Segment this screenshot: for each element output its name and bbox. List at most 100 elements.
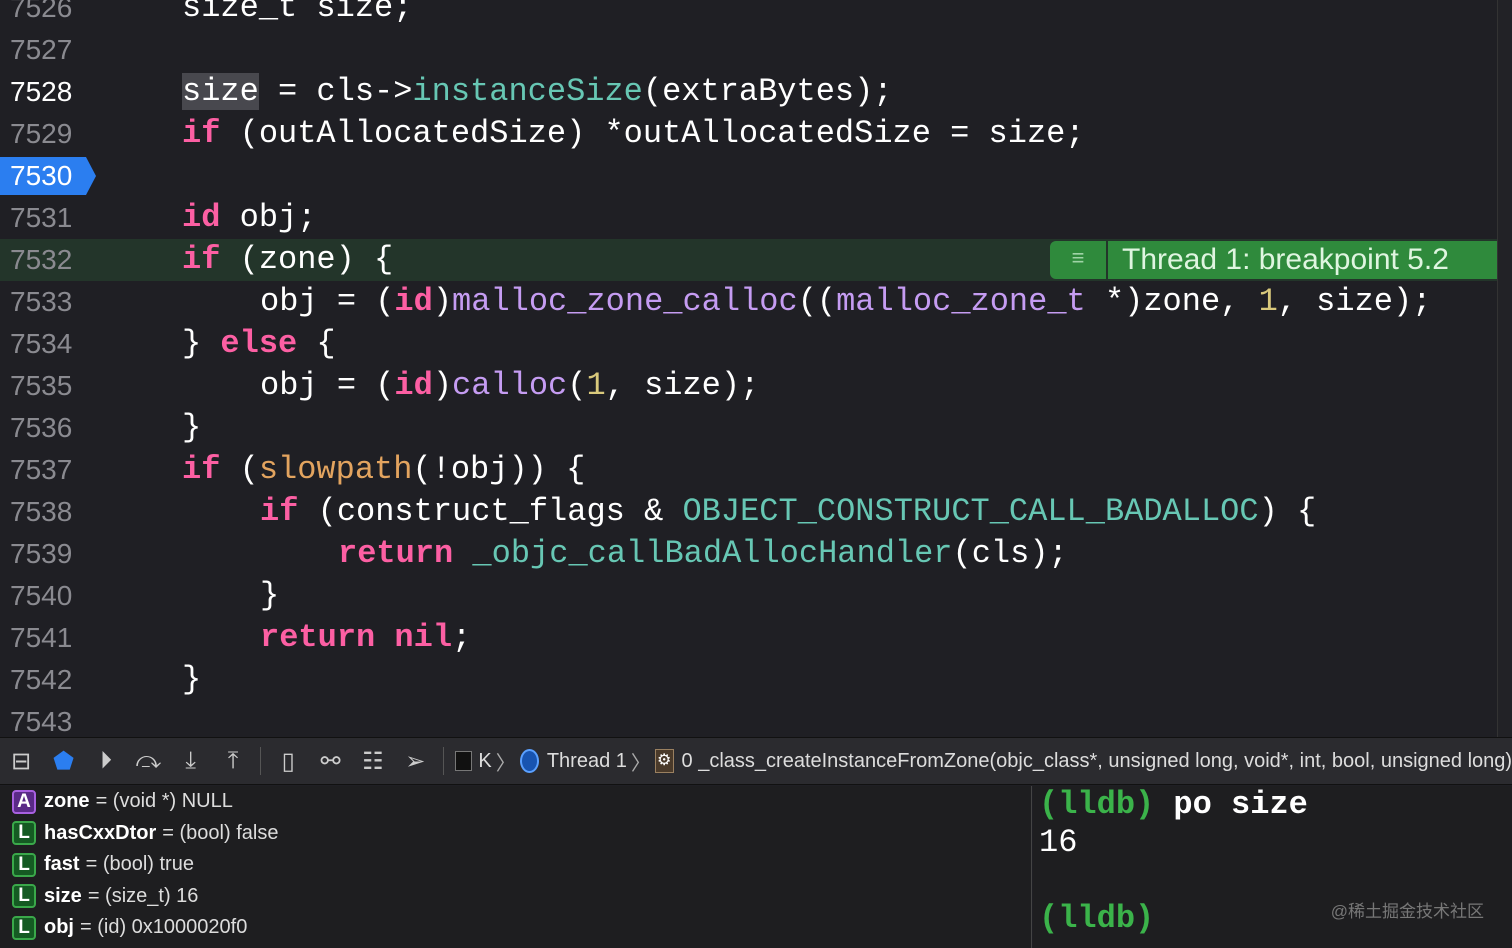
code-line[interactable]: 7528 size = cls->instanceSize(extraBytes)…: [0, 71, 1497, 113]
variable-row[interactable]: LhasCxxDtor = (bool) false: [0, 818, 1031, 850]
code-token: obj = (: [260, 367, 395, 404]
breakpoints-toggle-icon[interactable]: ⬟: [42, 747, 84, 776]
editor-scrollbar[interactable]: [1497, 0, 1512, 737]
code-editor[interactable]: 7526 size_t size; 7527 7528 size = cls->inst…: [0, 0, 1497, 737]
step-over-icon[interactable]: ⤼: [127, 747, 169, 775]
code-line[interactable]: 7542}: [0, 659, 1497, 701]
variable-value: = (id) 0x1000020f0: [80, 916, 248, 939]
continue-icon[interactable]: ⏵: [85, 747, 127, 775]
code-line[interactable]: 7530: [0, 155, 1497, 197]
code-text: }: [182, 407, 201, 449]
code-text: } else {: [182, 323, 336, 365]
variable-row[interactable]: Lobj = (id) 0x1000020f0: [0, 912, 1031, 944]
local-badge-icon: L: [12, 884, 36, 909]
local-badge-icon: L: [12, 915, 36, 940]
list-icon[interactable]: ≡: [1050, 241, 1108, 279]
line-number: 7529: [10, 118, 73, 149]
local-badge-icon: L: [12, 852, 36, 877]
line-number: 7530: [10, 160, 73, 191]
code-text: return nil;: [260, 617, 471, 659]
code-token: ;: [452, 619, 472, 656]
code-text: }: [260, 575, 279, 617]
view-hierarchy-icon[interactable]: ▯: [267, 747, 309, 776]
code-text: obj = (id)malloc_zone_calloc((malloc_zon…: [260, 281, 1431, 323]
step-out-icon[interactable]: ⤒: [212, 747, 254, 775]
step-into-icon[interactable]: ⤓: [170, 747, 212, 775]
code-token: ): [432, 283, 453, 320]
code-line[interactable]: 7532 if (zone) {≡ Thread 1: breakpoint 5.2: [0, 239, 1497, 281]
frame-crumb[interactable]: 0 _class_createInstanceFromZone(objc_cla…: [682, 750, 1512, 773]
line-number: 7540: [10, 580, 73, 611]
code-line[interactable]: 7543: [0, 701, 1497, 737]
code-token: nil: [394, 619, 453, 656]
breakpoint-marker[interactable]: 7530: [0, 157, 96, 195]
line-number: 7535: [10, 370, 73, 401]
variable-name: fast: [44, 853, 80, 876]
code-token: id: [182, 199, 221, 236]
code-text: size_t size;: [182, 0, 412, 29]
code-token: malloc_zone_t: [836, 283, 1086, 320]
argument-badge-icon: A: [12, 789, 36, 814]
code-token: obj;: [220, 199, 317, 236]
process-crumb[interactable]: K: [478, 750, 491, 773]
environment-overrides-icon[interactable]: ☷: [352, 747, 394, 776]
code-token: }: [182, 661, 202, 698]
variables-view[interactable]: Azone = (void *) NULL LhasCxxDtor = (bool) …: [0, 786, 1032, 948]
code-line[interactable]: 7540}: [0, 575, 1497, 617]
thread-icon: [519, 749, 539, 773]
debug-bar: ⊟ ⬟ ⏵ ⤼ ⤓ ⤒ ▯ ⚯ ☷ ➢ K 〉 Thread 1 〉 ⚙ 0 _cl…: [0, 737, 1512, 785]
code-token: (cls);: [952, 535, 1068, 572]
lldb-console[interactable]: (lldb) po size 16 (lldb) @稀土掘金技术社区: [1033, 786, 1512, 948]
variable-name: size: [44, 884, 82, 907]
code-line[interactable]: 7531 id obj;: [0, 197, 1497, 239]
code-line[interactable]: 7534} else {: [0, 323, 1497, 365]
lldb-prompt: (lldb): [1039, 900, 1155, 937]
code-token: (: [220, 451, 259, 488]
line-number: 7526: [10, 0, 73, 23]
hide-debug-area-icon[interactable]: ⊟: [0, 747, 42, 776]
code-token: 1: [1258, 283, 1278, 320]
code-line[interactable]: 7533 obj = (id)malloc_zone_calloc((malloc…: [0, 281, 1497, 323]
variable-value: = (bool) false: [162, 821, 279, 844]
code-line[interactable]: 7536}: [0, 407, 1497, 449]
code-token: id: [394, 367, 433, 404]
variable-name: obj: [44, 916, 74, 939]
variable-row[interactable]: Azone = (void *) NULL: [0, 786, 1031, 818]
code-token: if: [182, 451, 221, 488]
code-line[interactable]: 7537 if (slowpath(!obj)) {: [0, 449, 1497, 491]
code-token: , size);: [1277, 283, 1432, 320]
code-line[interactable]: 7539 return _objc_callBadAllocHandler(cls…: [0, 533, 1497, 575]
code-token: obj = (: [260, 283, 395, 320]
simulate-location-icon[interactable]: ➢: [394, 747, 436, 776]
thread-crumb[interactable]: Thread 1: [547, 750, 627, 773]
code-token: ((: [797, 283, 837, 320]
line-number: 7537: [10, 454, 73, 485]
memory-graph-icon[interactable]: ⚯: [309, 747, 351, 776]
variable-row[interactable]: Lfast = (bool) true: [0, 849, 1031, 881]
code-token: if: [182, 115, 221, 152]
code-token: }: [182, 325, 221, 362]
lldb-prompt: (lldb): [1039, 786, 1155, 823]
code-token: *)zone,: [1085, 283, 1259, 320]
code-line[interactable]: 7535 obj = (id)calloc(1, size);: [0, 365, 1497, 407]
code-line[interactable]: 7527: [0, 29, 1497, 71]
annotation-text: Thread 1: breakpoint 5.2: [1122, 243, 1449, 276]
code-line[interactable]: 7538 if (construct_flags & OBJECT_CONSTRU…: [0, 491, 1497, 533]
code-line[interactable]: 7526 size_t size;: [0, 0, 1497, 29]
code-token: (extraBytes);: [642, 73, 893, 110]
code-line[interactable]: 7529 if (outAllocatedSize) *outAllocatedS…: [0, 113, 1497, 155]
code-token: slowpath: [258, 451, 413, 488]
console-output: 16: [1039, 824, 1078, 861]
code-token: (!obj)) {: [412, 451, 586, 488]
breakpoint-annotation[interactable]: ≡ Thread 1: breakpoint 5.2: [1050, 241, 1497, 279]
line-number: 7543: [10, 706, 73, 737]
code-text: if (construct_flags & OBJECT_CONSTRUCT_C…: [260, 491, 1316, 533]
variable-name: hasCxxDtor: [44, 821, 157, 844]
code-token: else: [220, 325, 298, 362]
variable-row[interactable]: Lsize = (size_t) 16: [0, 881, 1031, 913]
local-badge-icon: L: [12, 821, 36, 846]
code-token: , size);: [605, 367, 760, 404]
gear-icon: ⚙: [654, 749, 674, 773]
code-line[interactable]: 7541 return nil;: [0, 617, 1497, 659]
